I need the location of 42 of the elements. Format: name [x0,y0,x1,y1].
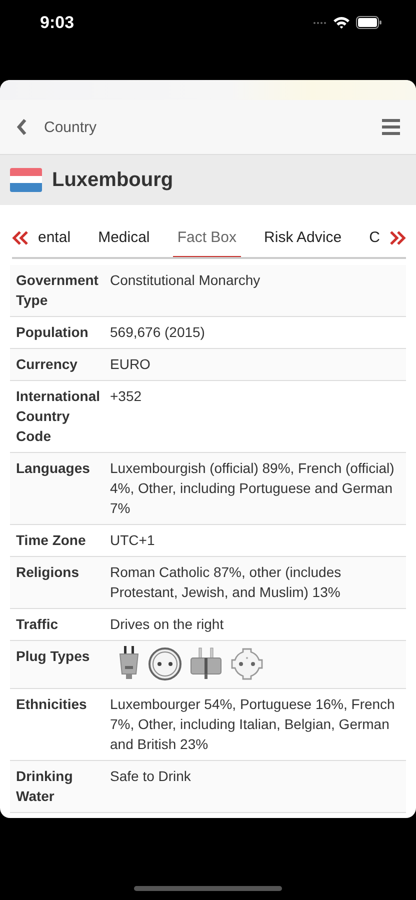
row-value: Drives on the right [110,615,225,634]
row-label: Time Zone [16,531,87,550]
row-label: Ethnicities [16,695,88,714]
menu-icon[interactable] [382,118,400,136]
row-label: Drinking Water [16,767,74,806]
tab[interactable]: Risk Advice [260,219,346,257]
row-value: +352 [110,387,143,406]
battery-icon [356,16,382,29]
row-label: International Country Code [16,387,102,446]
row-label: Languages [16,459,91,478]
country-title: Luxembourg [52,168,174,192]
tab[interactable]: Medical [94,219,154,257]
row-label: Traffic [16,615,60,634]
row-value: Roman Catholic 87%, other (includes Protestant, Jewish, and Muslim) 13% [110,563,342,602]
row-label: Government Type [16,271,100,310]
back-label: Country [44,118,97,136]
row-label: Religions [16,563,80,582]
plug-icon [190,646,222,682]
row-label: Currency [16,355,78,374]
row-label: Plug Types [16,647,91,666]
tab[interactable]: Fact Box [173,219,240,257]
signal-icon [313,20,327,24]
back-button[interactable]: Country [16,118,97,136]
flag-icon [10,168,42,192]
back-chevron-icon [16,118,28,136]
row-value: Luxembourger 54%, Portuguese 16%, French 7%, Other, including Italian, Belgian, German and British 23% [110,695,396,754]
scroll-right-icon[interactable] [388,231,406,245]
row-value: Constitutional Monarchy [110,271,262,290]
socket-icon [148,647,182,681]
tab[interactable]: C [365,219,384,257]
scroll-left-icon[interactable] [12,231,30,245]
plug-icon [118,646,140,682]
row-label: Population [16,323,90,342]
status-time: 9:03 [40,13,74,33]
socket-icon [230,647,264,681]
row-value: Safe to Drink [110,767,192,786]
row-value: EURO [110,355,152,374]
tab[interactable]: ental [34,219,75,257]
row-value: Luxembourgish (official) 89%, French (official) 4%, Other, including Portuguese and German 7% [110,459,396,518]
row-value: UTC+1 [110,531,156,550]
wifi-icon [333,16,350,29]
row-value: 569,676 (2015) [110,323,206,342]
